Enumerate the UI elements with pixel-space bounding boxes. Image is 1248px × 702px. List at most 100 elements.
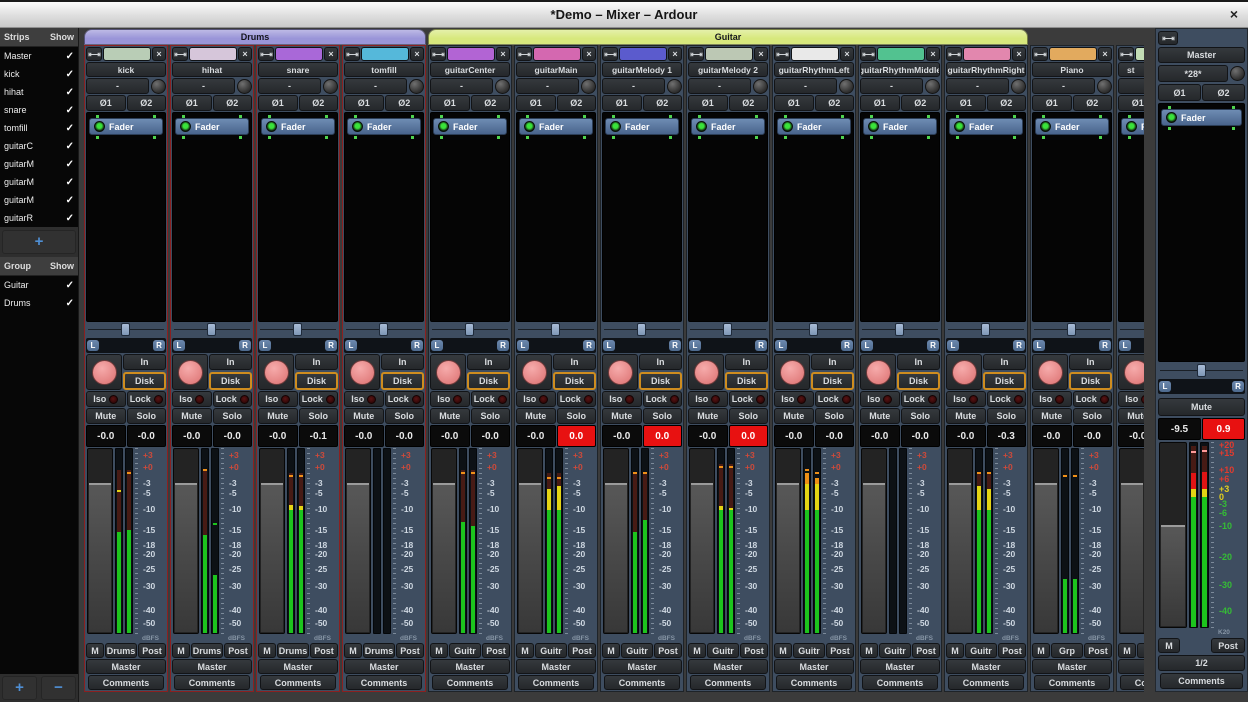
panner[interactable]: LR — [774, 323, 854, 353]
phase-1-button[interactable]: Ø1 — [602, 95, 642, 111]
strip-color-swatch[interactable] — [1135, 47, 1144, 61]
fader-processor[interactable]: Fader — [261, 118, 335, 135]
output-button[interactable]: Master — [258, 659, 338, 674]
solo-lock-button[interactable]: Lock — [557, 391, 597, 407]
meter-point-button[interactable]: Post — [1211, 638, 1245, 653]
visible-checkbox[interactable]: ✓ — [66, 105, 74, 116]
input-button[interactable]: - — [516, 78, 579, 94]
remove-group-button[interactable]: − — [41, 676, 76, 700]
phase-2-button[interactable]: Ø2 — [127, 95, 167, 111]
gain-display[interactable]: -9.5 — [1158, 418, 1201, 440]
trim-knob[interactable] — [1097, 79, 1112, 94]
peak-display[interactable]: -0.0 — [901, 425, 941, 447]
record-arm-button[interactable] — [774, 354, 810, 390]
solo-isolate-button[interactable]: Iso — [344, 391, 384, 407]
fader-processor[interactable]: Fader — [347, 118, 421, 135]
fader-processor[interactable]: Fader — [89, 118, 163, 135]
monitor-input-button[interactable]: In — [639, 354, 682, 370]
monitor-input-button[interactable]: In — [811, 354, 854, 370]
panner[interactable]: LR — [172, 323, 252, 353]
mute-button[interactable]: Mute — [688, 408, 728, 424]
mute-button[interactable]: Mute — [946, 408, 986, 424]
gain-display[interactable]: -0.0 — [172, 425, 212, 447]
mono-button[interactable]: M — [1158, 638, 1180, 653]
input-button[interactable]: - — [1032, 78, 1095, 94]
peak-display[interactable]: -0.0 — [385, 425, 425, 447]
master-input-button[interactable]: *28* — [1158, 65, 1228, 82]
strip-close-button[interactable]: × — [926, 47, 940, 61]
monitor-disk-button[interactable]: Disk — [983, 372, 1026, 390]
group-button[interactable]: Grp — [1137, 643, 1144, 658]
level-meter[interactable] — [889, 448, 897, 634]
output-button[interactable]: Master — [344, 659, 424, 674]
mono-button[interactable]: M — [172, 643, 190, 658]
solo-lock-button[interactable]: Lock — [213, 391, 253, 407]
trim-knob[interactable] — [667, 79, 682, 94]
pan-handle[interactable] — [723, 323, 732, 336]
fader[interactable] — [345, 448, 371, 634]
pan-handle[interactable] — [465, 323, 474, 336]
mute-button[interactable]: Mute — [258, 408, 298, 424]
panner[interactable]: LR — [516, 323, 596, 353]
narrow-strip-button[interactable]: ⇤⇥ — [1118, 47, 1134, 61]
solo-button[interactable]: Solo — [1073, 408, 1113, 424]
panner[interactable]: LR — [1118, 323, 1144, 353]
monitor-input-button[interactable]: In — [467, 354, 510, 370]
mono-button[interactable]: M — [258, 643, 276, 658]
trim-knob[interactable] — [581, 79, 596, 94]
meter-point-button[interactable]: Post — [310, 643, 338, 658]
output-button[interactable]: Master — [774, 659, 854, 674]
solo-lock-button[interactable]: Lock — [987, 391, 1027, 407]
strips-list-item[interactable]: guitarC✓ — [0, 137, 78, 155]
monitor-disk-button[interactable]: Disk — [467, 372, 510, 390]
monitor-input-button[interactable]: In — [725, 354, 768, 370]
fader-processor[interactable]: Fader — [691, 118, 765, 135]
strip-close-button[interactable]: × — [238, 47, 252, 61]
solo-lock-button[interactable]: Lock — [127, 391, 167, 407]
fader[interactable] — [861, 448, 887, 634]
strip-name-button[interactable]: guitarMain — [516, 62, 596, 77]
output-button[interactable]: Master — [172, 659, 252, 674]
window-titlebar[interactable]: *Demo – Mixer – Ardour × — [0, 0, 1248, 28]
trim-knob[interactable] — [1230, 66, 1245, 81]
group-button[interactable]: Drums — [191, 643, 223, 658]
monitor-input-button[interactable]: In — [983, 354, 1026, 370]
peak-display[interactable]: -0.0 — [815, 425, 855, 447]
strip-color-swatch[interactable] — [791, 47, 839, 61]
strip-color-swatch[interactable] — [533, 47, 581, 61]
processor-box[interactable]: Fader — [1158, 103, 1245, 362]
pan-handle[interactable] — [637, 323, 646, 336]
strip-name-button[interactable]: guitarCenter — [430, 62, 510, 77]
solo-lock-button[interactable]: Lock — [901, 391, 941, 407]
monitor-disk-button[interactable]: Disk — [897, 372, 940, 390]
meter-point-button[interactable]: Post — [138, 643, 166, 658]
pan-handle[interactable] — [551, 323, 560, 336]
add-strip-button[interactable]: + — [2, 230, 76, 254]
solo-button[interactable]: Solo — [557, 408, 597, 424]
group-button[interactable]: Drums — [105, 643, 137, 658]
processor-box[interactable]: Fader — [774, 112, 854, 322]
strip-name-button[interactable]: guitarRhythmLeft — [774, 62, 854, 77]
strips-list-item[interactable]: guitarR✓ — [0, 209, 78, 227]
group-button[interactable]: Guitr — [965, 643, 997, 658]
strip-color-swatch[interactable] — [275, 47, 323, 61]
narrow-strip-button[interactable]: ⇤⇥ — [86, 47, 102, 61]
level-meter[interactable] — [115, 448, 123, 634]
group-button[interactable]: Guitr — [449, 643, 481, 658]
strip-name-button[interactable]: guitarMelody 1 — [602, 62, 682, 77]
fader[interactable] — [689, 448, 715, 634]
solo-lock-button[interactable]: Lock — [385, 391, 425, 407]
fader[interactable] — [87, 448, 113, 634]
record-arm-button[interactable] — [602, 354, 638, 390]
strip-color-swatch[interactable] — [447, 47, 495, 61]
trim-knob[interactable] — [151, 79, 166, 94]
monitor-disk-button[interactable]: Disk — [381, 372, 424, 390]
trim-knob[interactable] — [1011, 79, 1026, 94]
solo-isolate-button[interactable]: Iso — [86, 391, 126, 407]
solo-lock-button[interactable]: Lock — [299, 391, 339, 407]
gain-display[interactable]: -0.0 — [86, 425, 126, 447]
trim-knob[interactable] — [495, 79, 510, 94]
strip-name-button[interactable]: st — [1118, 62, 1144, 77]
level-meter[interactable] — [631, 448, 639, 634]
monitor-disk-button[interactable]: Disk — [1069, 372, 1112, 390]
